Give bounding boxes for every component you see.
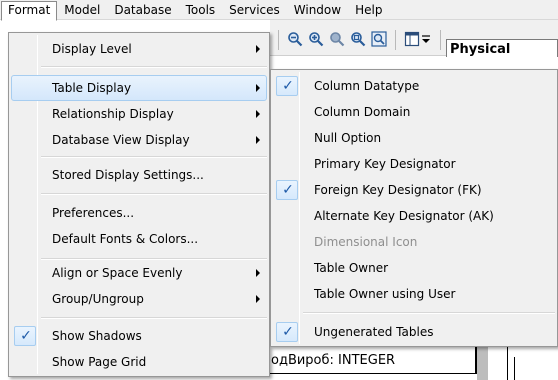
menu-item-label: Column Datatype [314, 79, 420, 93]
menu-separator [41, 156, 267, 158]
menu-item-label: Alternate Key Designator (AK) [314, 209, 494, 223]
menu-item-show-shadows[interactable]: ✓ Show Shadows [11, 323, 267, 349]
menu-item-label: Align or Space Evenly [52, 266, 183, 280]
menu-item-label: Show Page Grid [52, 355, 147, 369]
menu-model[interactable]: Model [57, 1, 107, 19]
menu-item-label: Table Owner using User [314, 287, 456, 301]
menu-item-alternate-key-designator[interactable]: Alternate Key Designator (AK) [273, 203, 555, 229]
toolbar-separator [440, 30, 441, 50]
menu-item-stored-display-settings[interactable]: Stored Display Settings... [11, 162, 267, 188]
check-icon: ✓ [20, 328, 32, 344]
zoom-in-icon[interactable] [307, 30, 325, 48]
entity-attribute[interactable]: одВироб: INTEGER [270, 351, 476, 373]
menu-item-label: Table Display [52, 81, 132, 95]
menu-item-label: Database View Display [52, 133, 190, 147]
menu-bar: Format Model Database Tools Services Win… [0, 0, 558, 21]
toolbar-separator [278, 30, 279, 50]
menu-database[interactable]: Database [107, 1, 178, 19]
submenu-arrow-icon [256, 110, 260, 118]
toolbar-separator [395, 30, 396, 50]
menu-item-column-datatype[interactable]: ✓ Column Datatype [273, 73, 555, 99]
menu-item-display-level[interactable]: Display Level [11, 36, 267, 62]
menu-item-align-space-evenly[interactable]: Align or Space Evenly [11, 260, 267, 286]
menu-help[interactable]: Help [348, 1, 389, 19]
menu-item-label: Dimensional Icon [314, 235, 418, 249]
menu-item-label: Table Owner [314, 261, 389, 275]
submenu-arrow-icon [256, 295, 260, 303]
zoom-window-icon[interactable] [370, 30, 388, 48]
menu-item-label: Relationship Display [52, 107, 174, 121]
menu-tools[interactable]: Tools [179, 1, 223, 19]
menu-item-table-owner[interactable]: Table Owner [273, 255, 555, 281]
menu-item-label: Default Fonts & Colors... [52, 232, 199, 246]
menu-services[interactable]: Services [222, 1, 287, 19]
menu-item-label: Preferences... [52, 206, 135, 220]
dropdown-arrow-icon[interactable] [420, 30, 432, 48]
menu-item-label: Null Option [314, 131, 382, 145]
relationship-line [507, 345, 508, 380]
menu-window[interactable]: Window [287, 1, 348, 19]
menu-item-label: Primary Key Designator [314, 157, 456, 171]
menu-item-show-page-grid[interactable]: Show Page Grid [11, 349, 267, 375]
zoom-to-fit-icon[interactable] [349, 30, 367, 48]
menu-format[interactable]: Format [1, 0, 58, 21]
menu-separator [41, 66, 267, 68]
menu-item-preferences[interactable]: Preferences... [11, 200, 267, 226]
menu-item-group-ungroup[interactable]: Group/Ungroup [11, 286, 267, 312]
menu-separator [41, 193, 267, 195]
check-icon: ✓ [282, 78, 294, 94]
menu-item-label: Column Domain [314, 105, 411, 119]
submenu-arrow-icon [256, 45, 260, 53]
menu-item-column-domain[interactable]: Column Domain [273, 99, 555, 125]
menu-item-label: Ungenerated Tables [314, 325, 434, 339]
menu-item-dimensional-icon: Dimensional Icon [273, 229, 555, 255]
menu-separator [41, 317, 267, 319]
submenu-arrow-icon [256, 136, 260, 144]
entity-border [270, 373, 476, 374]
menu-item-database-view-display[interactable]: Database View Display [11, 127, 267, 153]
zoom-icon[interactable] [328, 30, 346, 48]
menu-item-foreign-key-designator[interactable]: ✓ Foreign Key Designator (FK) [273, 177, 555, 203]
menu-item-primary-key-designator[interactable]: Primary Key Designator [273, 151, 555, 177]
menu-item-table-owner-using-user[interactable]: Table Owner using User [273, 281, 555, 307]
menu-item-ungenerated-tables[interactable]: ✓ Ungenerated Tables [273, 319, 555, 345]
submenu-arrow-icon [256, 269, 260, 277]
entity-shadow [477, 345, 488, 380]
submenu-arrow-icon [256, 84, 260, 92]
menu-item-label: Show Shadows [52, 329, 142, 343]
format-menu: Display Level Table Display Relationship… [8, 32, 270, 377]
menu-item-null-option[interactable]: Null Option [273, 125, 555, 151]
menu-item-label: Group/Ungroup [52, 292, 144, 306]
layout-icon[interactable] [403, 30, 421, 48]
zoom-out-icon[interactable] [286, 30, 304, 48]
menu-separator [303, 312, 555, 314]
menu-item-label: Stored Display Settings... [52, 168, 204, 182]
table-display-submenu: ✓ Column Datatype Column Domain Null Opt… [270, 69, 558, 347]
menu-item-relationship-display[interactable]: Relationship Display [11, 101, 267, 127]
check-icon: ✓ [282, 182, 294, 198]
menu-item-default-fonts-colors[interactable]: Default Fonts & Colors... [11, 226, 267, 252]
relationship-line [514, 357, 515, 380]
menu-item-table-display[interactable]: Table Display [11, 75, 267, 101]
menu-item-label: Display Level [52, 42, 132, 56]
check-icon: ✓ [282, 324, 294, 340]
menu-item-label: Foreign Key Designator (FK) [314, 183, 482, 197]
